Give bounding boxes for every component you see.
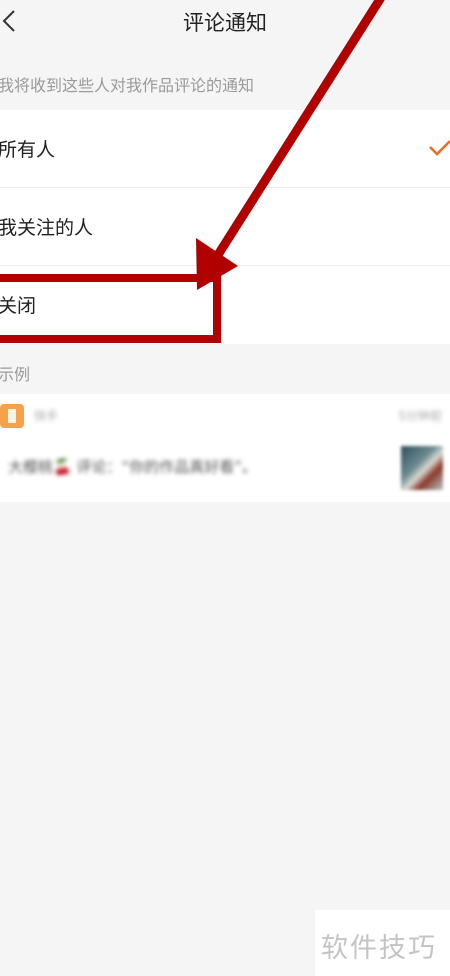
watermark-text: 软件技巧: [321, 933, 437, 964]
option-label: 我关注的人: [0, 217, 94, 239]
option-everyone[interactable]: 所有人: [0, 110, 450, 188]
option-label: 关闭: [0, 295, 37, 317]
example-notification-card: 快手 5分钟前 大樱桃🍒 评论：“你的作品真好看”。: [0, 394, 450, 502]
work-thumbnail: [401, 446, 443, 490]
notify-options-list: 所有人 我关注的人 关闭: [0, 110, 450, 344]
notify-section-label: 我将收到这些人对我作品评论的通知: [0, 76, 255, 95]
page-title: 评论通知: [183, 11, 267, 35]
navigation-bar: 评论通知: [0, 0, 450, 50]
checkmark-icon: [429, 140, 450, 156]
watermark: 软件技巧: [315, 910, 450, 976]
app-name: 快手: [34, 409, 59, 423]
option-label: 所有人: [0, 139, 56, 161]
option-off[interactable]: 关闭: [0, 266, 450, 344]
notification-comment: 大樱桃🍒 评论：“你的作品真好看”。: [8, 458, 257, 476]
option-following[interactable]: 我关注的人: [0, 188, 450, 266]
example-section-label: 示例: [0, 365, 31, 384]
notification-time: 5分钟前: [398, 409, 442, 423]
app-logo-icon: [0, 404, 24, 428]
